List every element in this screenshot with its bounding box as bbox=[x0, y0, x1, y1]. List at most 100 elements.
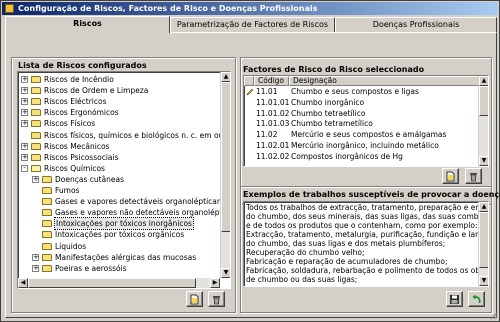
window-title: Configuração de Riscos, Factores de Risc… bbox=[18, 4, 318, 13]
tree-item[interactable]: Gases e vapores detectáveis organoléptic… bbox=[18, 196, 230, 207]
folder-icon bbox=[31, 164, 41, 172]
undo-button[interactable] bbox=[468, 291, 485, 307]
memo-scroll-down-button[interactable]: ▼ bbox=[479, 276, 488, 286]
resize-grip-icon[interactable] bbox=[490, 312, 498, 320]
trash-icon bbox=[470, 173, 477, 182]
tree-item[interactable]: + Riscos Físicos bbox=[18, 118, 228, 129]
memo-line: Fabricação e reparação de acumuladores d… bbox=[246, 257, 448, 266]
tree-item[interactable]: Fumos bbox=[18, 185, 228, 196]
scroll-thumb[interactable] bbox=[221, 82, 230, 232]
scroll-up-button[interactable]: ▲ bbox=[221, 72, 230, 82]
tree-item-label: Intoxicações por tóxicos inorgânicos bbox=[54, 217, 194, 231]
tree-item-label: Riscos físicos, químicos e biológicos n.… bbox=[44, 130, 231, 140]
tree-item[interactable]: + Riscos Psicossociais bbox=[18, 152, 228, 163]
tab-parametrizacao[interactable]: Parametrização de Factores de Riscos bbox=[170, 17, 335, 32]
table-row[interactable]: 11.01.03 Chumbo tetrametílico bbox=[244, 119, 478, 130]
tree-item[interactable]: Gases e vapores não detectáveis organolé… bbox=[18, 207, 231, 218]
tree-item[interactable]: Intoxicações por tóxicos orgânicos bbox=[18, 229, 228, 240]
expand-icon[interactable]: + bbox=[32, 264, 39, 272]
memo-vertical-scrollbar[interactable]: ▲ ▼ bbox=[478, 202, 488, 286]
cell-code: 11.01 bbox=[256, 87, 278, 96]
tree-item[interactable]: + Manifestações alérgicas das mucosas bbox=[18, 252, 228, 263]
delete-risk-button[interactable] bbox=[208, 291, 225, 307]
grid-row-header bbox=[244, 76, 254, 86]
tree-item[interactable]: + Riscos de Ordem e Limpeza bbox=[18, 85, 228, 96]
title-bar[interactable]: Configuração de Riscos, Factores de Risc… bbox=[2, 2, 498, 15]
scroll-left-button[interactable]: ◀ bbox=[18, 278, 28, 288]
memo-line: do chumbo, das suas ligas e dos metais p… bbox=[246, 239, 446, 248]
tree-item[interactable]: + Riscos Eléctricos bbox=[18, 96, 228, 107]
tree-item[interactable]: + Riscos Mecânicos bbox=[18, 141, 228, 152]
column-header-name[interactable]: Designação bbox=[289, 76, 480, 86]
trash-icon bbox=[213, 296, 220, 305]
folder-icon bbox=[42, 198, 52, 206]
tree-item[interactable]: - Riscos Químicos bbox=[18, 163, 228, 174]
memo-scroll-up-button[interactable]: ▲ bbox=[479, 202, 488, 212]
tree-item[interactable]: + Poeiras e aerossóis bbox=[18, 263, 228, 274]
folder-icon bbox=[42, 264, 52, 272]
factors-grid[interactable]: Código Designação 11.01 Chumbo e seus com… bbox=[243, 75, 489, 167]
expand-icon[interactable]: + bbox=[21, 98, 28, 106]
table-row[interactable]: 11.01 Chumbo e seus compostos e ligas bbox=[244, 87, 478, 98]
tree-item-label: Líquidos bbox=[55, 241, 87, 251]
risks-tree[interactable]: + Riscos de Incêndio + Riscos de Ordem e Li… bbox=[17, 71, 231, 289]
expand-icon[interactable]: + bbox=[21, 109, 28, 117]
table-row[interactable]: 11.02 Mercúrio e seus compostos e amálgam… bbox=[244, 130, 478, 141]
tree-vertical-scrollbar[interactable]: ▲ ▼ bbox=[220, 72, 230, 278]
tree-item[interactable]: + Riscos de Incêndio bbox=[18, 74, 228, 85]
examples-title: Exemplos de trabalhos susceptíveis de pr… bbox=[243, 190, 500, 199]
cell-code: 11.01.02 bbox=[256, 108, 290, 118]
table-row[interactable]: 11.01.02 Chumbo tetraetílico bbox=[244, 109, 478, 120]
memo-line: Recuperação do chumbo velho; bbox=[246, 248, 365, 257]
examples-textarea[interactable]: Todos os trabalhos de extracção, tratame… bbox=[243, 201, 489, 287]
save-button[interactable] bbox=[446, 291, 463, 307]
expand-icon[interactable]: + bbox=[21, 142, 28, 150]
expand-icon[interactable]: + bbox=[32, 175, 39, 183]
scroll-right-button[interactable]: ▶ bbox=[210, 278, 220, 288]
new-risk-button[interactable] bbox=[186, 291, 203, 307]
table-row[interactable]: 11.02.01 Mercúrio inorgânico, incluindo m… bbox=[244, 141, 478, 152]
app-icon bbox=[5, 4, 14, 13]
grid-scroll-up-button[interactable]: ▲ bbox=[479, 76, 488, 86]
expand-icon[interactable]: + bbox=[32, 253, 39, 261]
memo-scroll-thumb[interactable] bbox=[479, 212, 488, 268]
expand-icon[interactable]: + bbox=[21, 76, 28, 83]
grid-vertical-scrollbar[interactable]: ▲ ▼ bbox=[478, 76, 488, 166]
scroll-down-button[interactable]: ▼ bbox=[221, 268, 230, 278]
table-row[interactable]: 11.01.01 Chumbo inorgânico bbox=[244, 98, 478, 109]
tree-item[interactable]: Líquidos bbox=[18, 241, 228, 252]
tree-item[interactable]: Intoxicações por tóxicos inorgânicos bbox=[18, 217, 228, 231]
grid-scroll-down-button[interactable]: ▼ bbox=[479, 156, 488, 166]
delete-factor-button[interactable] bbox=[465, 168, 482, 184]
tree-item-label: Manifestações alérgicas das mucosas bbox=[55, 252, 197, 262]
tab-riscos[interactable]: Riscos bbox=[5, 16, 170, 33]
tab-doencas[interactable]: Doenças Profissionais bbox=[335, 17, 497, 32]
new-factor-button[interactable] bbox=[442, 168, 459, 184]
tree-item-label: Riscos Químicos bbox=[44, 163, 105, 173]
memo-line: Todos os trabalhos de extracção, tratame… bbox=[246, 203, 489, 212]
folder-icon bbox=[42, 175, 52, 183]
tree-horizontal-scrollbar[interactable]: ◀ ▶ bbox=[18, 278, 220, 288]
cell-name: Chumbo tetrametílico bbox=[291, 119, 373, 129]
tree-item-label: Gases e vapores não detectáveis organolé… bbox=[55, 208, 231, 218]
tree-item[interactable]: + Riscos Ergonómicos bbox=[18, 107, 228, 118]
hscroll-thumb[interactable] bbox=[28, 278, 196, 288]
column-header-code[interactable]: Código bbox=[254, 76, 289, 86]
tree-item-label: Doenças cutâneas bbox=[55, 174, 125, 184]
folder-icon bbox=[31, 153, 41, 161]
folder-icon bbox=[42, 220, 52, 228]
tree-item[interactable]: Riscos físicos, químicos e biológicos n.… bbox=[18, 130, 231, 141]
folder-icon bbox=[31, 142, 41, 150]
grid-scroll-thumb[interactable] bbox=[479, 86, 488, 116]
expand-icon[interactable]: + bbox=[21, 87, 28, 95]
factors-title: Factores de Risco do Risco seleccionado bbox=[243, 65, 425, 74]
tree-item[interactable]: + Doenças cutâneas bbox=[18, 174, 228, 185]
folder-icon bbox=[31, 98, 41, 106]
folder-icon bbox=[31, 109, 41, 117]
collapse-icon[interactable]: - bbox=[21, 164, 28, 172]
memo-line: do chumbo, dos seus minerais, das suas l… bbox=[246, 212, 489, 221]
expand-icon[interactable]: + bbox=[21, 120, 28, 128]
table-row[interactable]: 11.02.02 Compostos inorgânicos de Hg bbox=[244, 152, 478, 163]
expand-icon[interactable]: + bbox=[21, 153, 28, 161]
tree-item-label: Riscos de Incêndio bbox=[44, 75, 114, 84]
